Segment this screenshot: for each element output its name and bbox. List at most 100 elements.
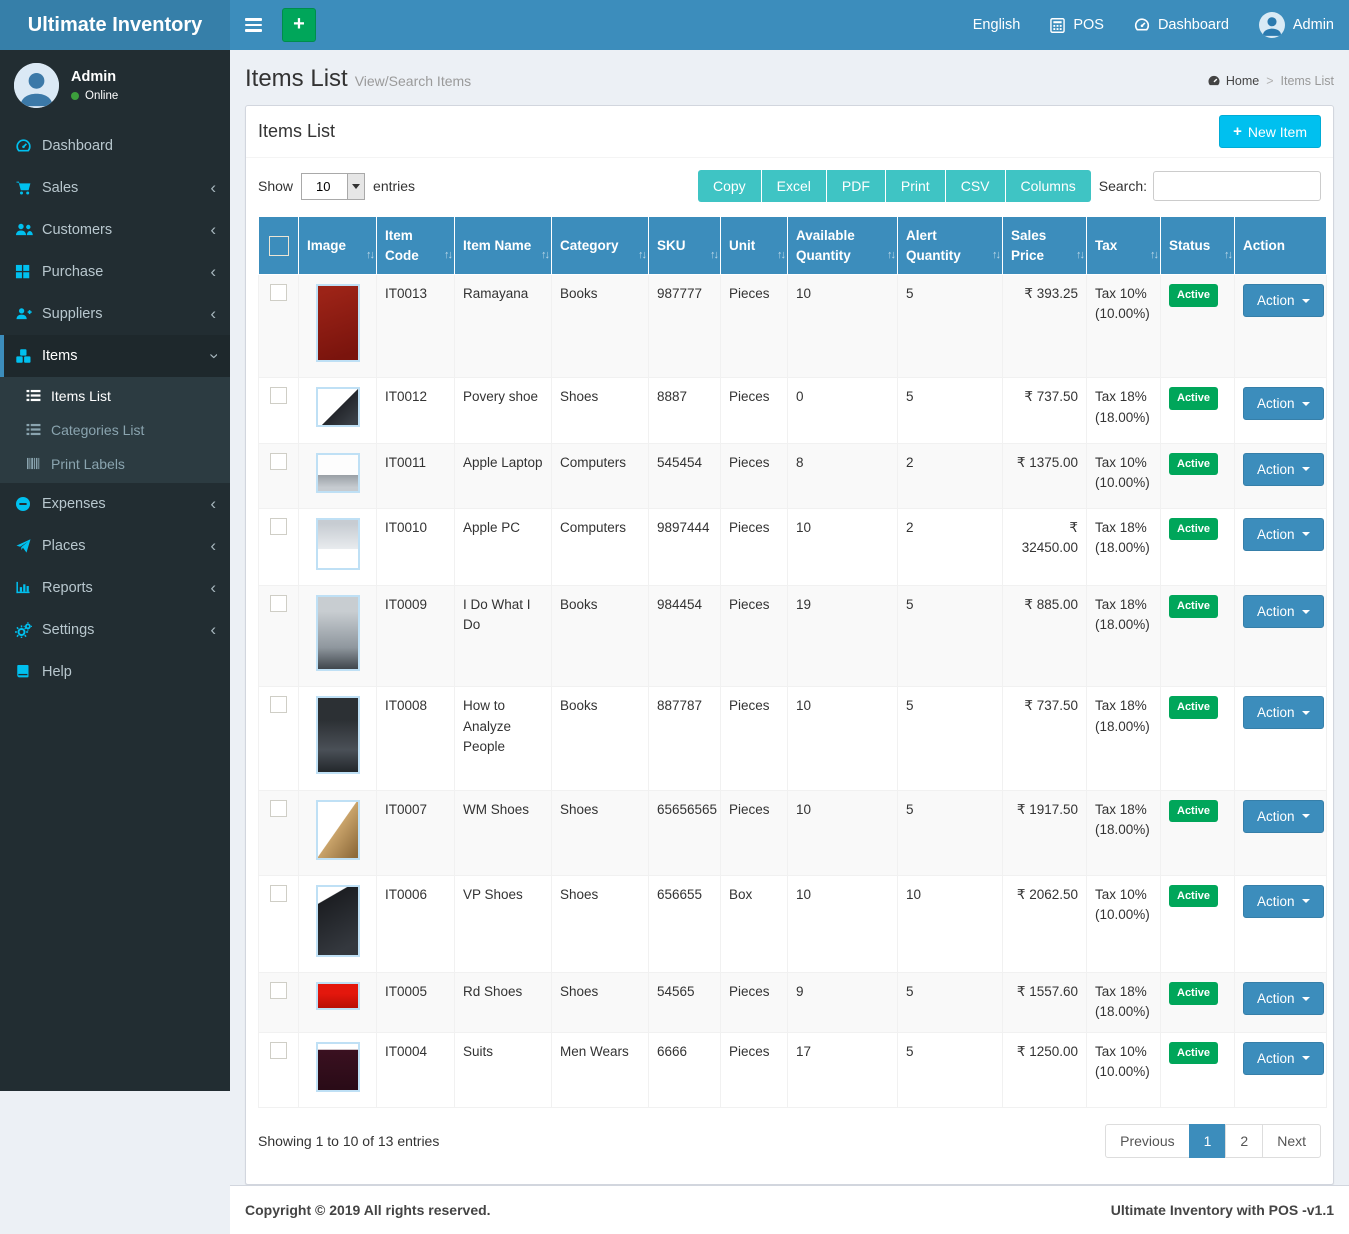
item-alert-qty: 2 [898,508,1003,585]
item-tax: Tax 18%(18.00%) [1087,687,1161,790]
column-header-tax[interactable]: Tax↑↓ [1087,217,1161,275]
action-button[interactable]: Action [1243,453,1324,486]
column-header-action: Action [1235,217,1327,275]
sidebar-item-expenses[interactable]: Expenses‹ [0,483,230,525]
action-button[interactable]: Action [1243,800,1324,833]
pagination-page-2[interactable]: 2 [1225,1124,1263,1158]
chevron-left-icon: ‹ [210,583,216,593]
action-button[interactable]: Action [1243,1042,1324,1075]
sidebar-item-categories-list[interactable]: Categories List [0,413,230,447]
csv-button[interactable]: CSV [946,170,1006,202]
sidebar-user-name: Admin [71,69,118,85]
select-all-checkbox[interactable] [269,236,289,256]
column-header-sku[interactable]: SKU↑↓ [649,217,721,275]
item-tax: Tax 18%(18.00%) [1087,378,1161,443]
row-checkbox[interactable] [270,982,287,999]
column-header-alert-quantity[interactable]: Alert Quantity↑↓ [898,217,1003,275]
columns-button[interactable]: Columns [1006,170,1091,202]
action-button[interactable]: Action [1243,982,1324,1015]
table-row: IT0012 Povery shoe Shoes 8887 Pieces 0 5… [259,378,1327,443]
action-button[interactable]: Action [1243,284,1324,317]
item-category: Shoes [552,378,649,443]
column-header-image[interactable]: Image↑↓ [299,217,377,275]
sidebar-user-panel: Admin Online [0,50,230,121]
sidebar-item-print-labels[interactable]: Print Labels [0,447,230,481]
sidebar-item-settings[interactable]: Settings‹ [0,609,230,651]
item-name: Ramayana [455,275,552,378]
table-controls: Show 10 entries Copy Excel PDF Print CSV [246,158,1333,212]
table-row: IT0008 How to Analyze People Books 88778… [259,687,1327,790]
pagination-previous[interactable]: Previous [1105,1124,1189,1158]
sidebar-item-purchase[interactable]: Purchase‹ [0,251,230,293]
pdf-button[interactable]: PDF [827,170,886,202]
sidebar-item-places[interactable]: Places‹ [0,525,230,567]
sidebar-item-items[interactable]: Items‹ [0,335,230,377]
sidebar-item-help[interactable]: Help [0,651,230,693]
caret-down-icon [1302,299,1310,303]
item-image [316,1042,360,1092]
sidebar-item-sales[interactable]: Sales‹ [0,167,230,209]
table-footer: Showing 1 to 10 of 13 entries Previous 1… [246,1108,1333,1184]
column-header-category[interactable]: Category↑↓ [552,217,649,275]
item-image [316,885,360,957]
page-length-select[interactable]: 10 [301,173,365,200]
pagination-page-1[interactable]: 1 [1189,1124,1227,1158]
sort-icon: ↑↓ [1076,248,1083,264]
row-checkbox[interactable] [270,696,287,713]
breadcrumb-home[interactable]: Home [1207,74,1259,88]
item-name: VP Shoes [455,875,552,972]
plus-icon: + [1233,123,1242,140]
row-checkbox[interactable] [270,1042,287,1059]
page-title: Items List [245,65,348,92]
action-button[interactable]: Action [1243,885,1324,918]
table-header-row: Image↑↓ Item Code↑↓ Item Name↑↓ Category… [259,217,1327,275]
item-sku: 987777 [649,275,721,378]
sidebar: Admin Online Dashboard Sales‹ Customers‹… [0,50,230,1091]
copy-button[interactable]: Copy [698,170,762,202]
item-image [316,453,360,493]
item-tax: Tax 18%(18.00%) [1087,973,1161,1033]
row-checkbox[interactable] [270,284,287,301]
column-header-item-name[interactable]: Item Name↑↓ [455,217,552,275]
sidebar-toggle-button[interactable] [230,0,276,50]
item-code: IT0012 [377,378,455,443]
row-checkbox[interactable] [270,453,287,470]
action-button[interactable]: Action [1243,696,1324,729]
search-input[interactable] [1153,171,1321,201]
row-checkbox[interactable] [270,885,287,902]
sidebar-item-customers[interactable]: Customers‹ [0,209,230,251]
nav-language[interactable]: English [958,0,1036,50]
column-header-item-code[interactable]: Item Code↑↓ [377,217,455,275]
print-button[interactable]: Print [886,170,946,202]
column-header-status[interactable]: Status↑↓ [1161,217,1235,275]
sidebar-item-items-list[interactable]: Items List [0,379,230,413]
sidebar-item-reports[interactable]: Reports‹ [0,567,230,609]
row-checkbox[interactable] [270,595,287,612]
column-header-unit[interactable]: Unit↑↓ [721,217,788,275]
new-item-button[interactable]: +New Item [1219,115,1321,148]
pagination-next[interactable]: Next [1262,1124,1321,1158]
sidebar-item-dashboard[interactable]: Dashboard [0,125,230,167]
column-header-sales-price[interactable]: Sales Price↑↓ [1003,217,1087,275]
action-button[interactable]: Action [1243,387,1324,420]
item-unit: Pieces [721,275,788,378]
excel-button[interactable]: Excel [762,170,827,202]
item-code: IT0009 [377,586,455,687]
quick-add-button[interactable]: + [282,8,316,42]
row-checkbox[interactable] [270,518,287,535]
nav-pos[interactable]: POS [1035,0,1119,50]
nav-dashboard[interactable]: Dashboard [1119,0,1244,50]
nav-user-menu[interactable]: Admin [1244,0,1349,50]
row-checkbox[interactable] [270,800,287,817]
sidebar-item-suppliers[interactable]: Suppliers‹ [0,293,230,335]
sort-icon: ↑↓ [887,248,894,264]
sort-icon: ↑↓ [1150,248,1157,264]
action-button[interactable]: Action [1243,518,1324,551]
column-header-available-quantity[interactable]: Available Quantity↑↓ [788,217,898,275]
sort-icon: ↑↓ [444,248,451,264]
app-logo[interactable]: Ultimate Inventory [0,0,230,50]
sidebar-user-status[interactable]: Online [71,90,118,102]
row-checkbox[interactable] [270,387,287,404]
action-button[interactable]: Action [1243,595,1324,628]
item-available-qty: 10 [788,875,898,972]
